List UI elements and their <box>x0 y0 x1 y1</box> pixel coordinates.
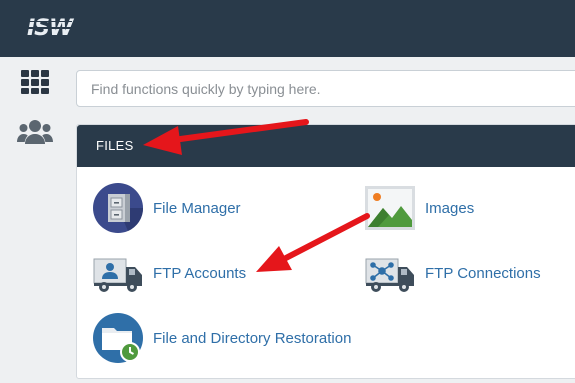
brand-logo[interactable]: ISW <box>27 16 73 41</box>
ftp-accounts-link[interactable]: FTP Accounts <box>92 247 246 299</box>
images-label: Images <box>425 199 475 217</box>
ftp-accounts-label: FTP Accounts <box>153 264 247 282</box>
sidebar-item-users[interactable] <box>17 119 53 149</box>
folder-restore-icon <box>92 312 144 364</box>
file-directory-restoration-link[interactable]: File and Directory Restoration <box>92 312 351 364</box>
file-cabinet-icon <box>92 182 144 234</box>
file-directory-restoration-label: File and Directory Restoration <box>153 329 352 347</box>
ftp-truck-network-icon <box>364 247 416 299</box>
grid-icon <box>20 69 50 100</box>
image-icon <box>364 182 416 234</box>
ftp-truck-user-icon <box>92 247 144 299</box>
users-icon <box>17 119 53 150</box>
sidebar-item-apps[interactable] <box>17 69 53 99</box>
file-manager-label: File Manager <box>153 199 241 217</box>
images-link[interactable]: Images <box>364 182 474 234</box>
search-input[interactable] <box>76 70 575 107</box>
file-manager-link[interactable]: File Manager <box>92 182 241 234</box>
top-bar: ISW <box>0 0 575 57</box>
files-panel-title[interactable]: FILES <box>77 125 575 167</box>
sidebar <box>0 57 70 383</box>
ftp-connections-label: FTP Connections <box>425 264 541 282</box>
ftp-connections-link[interactable]: FTP Connections <box>364 247 541 299</box>
